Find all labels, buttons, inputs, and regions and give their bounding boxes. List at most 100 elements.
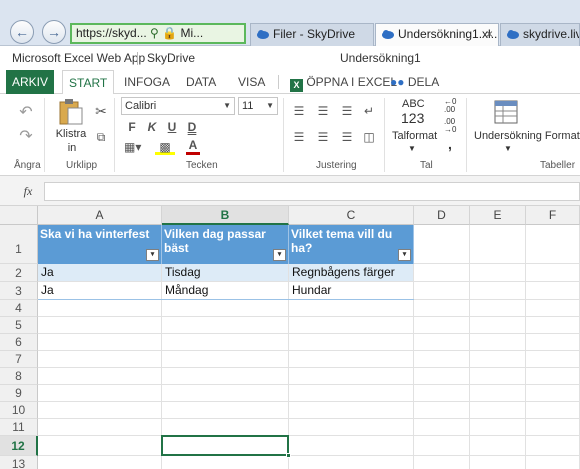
- skydrive-link[interactable]: SkyDrive: [147, 46, 195, 70]
- fill-color-icon[interactable]: ▩: [155, 140, 175, 155]
- number-format-button[interactable]: ABC 123 Talformat ▼: [390, 98, 440, 158]
- filter-dropdown-icon[interactable]: ▾: [273, 249, 286, 261]
- row-header-2[interactable]: 2: [0, 264, 38, 282]
- row-header-5[interactable]: 5: [0, 317, 38, 334]
- tab-skydrive-files[interactable]: Filer - SkyDrive: [250, 23, 374, 46]
- bold-button[interactable]: F: [126, 120, 138, 134]
- gridline: [525, 225, 526, 469]
- format-as-table-button[interactable]: Undersökning Formate ▼: [474, 98, 580, 158]
- align-top-icon[interactable]: ☰: [292, 104, 306, 118]
- table-cell[interactable]: Regnbågens färger: [289, 264, 414, 282]
- column-header-d[interactable]: D: [414, 206, 470, 225]
- header-divider: [137, 52, 138, 65]
- spreadsheet-grid[interactable]: ABCDEF 1 2 3 4 5 6 7 8 9 10 11 12 13 Ska vi ha vinte…: [0, 206, 580, 469]
- column-header-a[interactable]: A: [38, 206, 162, 225]
- column-header-c[interactable]: C: [289, 206, 414, 225]
- ribbon-tabs: ARKIV START INFOGA DATA VISA X ÖPPNA I E…: [0, 70, 580, 95]
- gridline: [38, 401, 580, 402]
- increase-decimal-button[interactable]: ←0 .00: [444, 98, 460, 114]
- decrease-decimal-button[interactable]: .00 →0: [444, 118, 460, 134]
- address-bar[interactable]: https://skyd... ⚲ 🔒 Mi...: [70, 23, 246, 44]
- row-header-1[interactable]: 1: [0, 225, 38, 264]
- align-center-icon[interactable]: ☰: [316, 130, 330, 144]
- row-header-4[interactable]: 4: [0, 300, 38, 317]
- tab-file[interactable]: ARKIV: [6, 70, 55, 94]
- row-header-13[interactable]: 13: [0, 456, 38, 469]
- open-in-excel-button[interactable]: X ÖPPNA I EXCEL: [290, 70, 397, 94]
- table-style-icon: [494, 100, 518, 124]
- tab-insert[interactable]: INFOGA: [124, 70, 170, 94]
- table-cell[interactable]: Tisdag: [162, 264, 289, 282]
- cut-icon[interactable]: ✂: [94, 104, 108, 118]
- font-size-value: 11: [242, 100, 254, 112]
- close-tab-icon[interactable]: ×: [486, 24, 493, 45]
- undo-icon[interactable]: ↶: [18, 105, 34, 121]
- table-cell[interactable]: Måndag: [162, 282, 289, 300]
- undo-group-label: Ångra: [14, 160, 41, 171]
- group-divider: [44, 98, 45, 172]
- active-cell-selection[interactable]: [161, 435, 289, 456]
- row-header-12[interactable]: 12: [0, 436, 38, 456]
- copy-icon[interactable]: ⧉: [94, 130, 108, 144]
- group-divider: [283, 98, 284, 172]
- column-header-b[interactable]: B: [162, 206, 289, 225]
- merge-cells-icon[interactable]: ◫: [362, 130, 376, 144]
- tab-skydrive-live[interactable]: skydrive.live: [500, 23, 580, 46]
- tab-start[interactable]: START: [62, 70, 115, 95]
- back-button[interactable]: ←: [10, 20, 34, 44]
- wrap-text-icon[interactable]: ↵: [362, 104, 376, 118]
- comma-style-button[interactable]: ,: [448, 136, 452, 152]
- row-header-6[interactable]: 6: [0, 334, 38, 351]
- font-color-button[interactable]: A: [186, 138, 200, 155]
- table-cell[interactable]: Hundar: [289, 282, 414, 300]
- search-icon: ⚲: [150, 26, 159, 40]
- row-header-9[interactable]: 9: [0, 385, 38, 402]
- underline-button[interactable]: U: [166, 120, 178, 134]
- align-left-icon[interactable]: ☰: [292, 130, 306, 144]
- group-divider: [384, 98, 385, 172]
- column-header-f[interactable]: F: [526, 206, 580, 225]
- borders-icon[interactable]: ▦▾: [124, 140, 141, 154]
- share-label: DELA: [407, 75, 440, 89]
- row-header-10[interactable]: 10: [0, 402, 38, 419]
- font-name-select[interactable]: Calibri ▼: [121, 97, 235, 115]
- tab-label: skydrive.live: [523, 27, 579, 41]
- tab-view[interactable]: VISA: [238, 70, 265, 94]
- italic-button[interactable]: K: [146, 120, 158, 134]
- align-right-icon[interactable]: ☰: [340, 130, 354, 144]
- align-middle-icon[interactable]: ☰: [316, 104, 330, 118]
- row-header-8[interactable]: 8: [0, 368, 38, 385]
- tab-undersokning[interactable]: Undersökning1.xl... ×: [375, 23, 499, 46]
- share-button[interactable]: ●● DELA: [390, 70, 439, 94]
- redo-icon[interactable]: ↷: [18, 129, 34, 145]
- paste-button[interactable]: Klistra in: [54, 98, 88, 158]
- double-underline-button[interactable]: D: [186, 120, 198, 134]
- column-header-e[interactable]: E: [470, 206, 526, 225]
- table-header-text: Ska vi ha vinterfest: [40, 227, 150, 241]
- table-header-cell[interactable]: Vilket tema vill du ha? ▾: [289, 225, 414, 264]
- row-header-11[interactable]: 11: [0, 419, 38, 436]
- gridline: [469, 225, 470, 469]
- table-cell[interactable]: Ja: [38, 282, 162, 300]
- format-as-table-label: Undersökning Formate: [474, 130, 580, 142]
- align-bottom-icon[interactable]: ☰: [340, 104, 354, 118]
- row-header-3[interactable]: 3: [0, 282, 38, 300]
- filter-dropdown-icon[interactable]: ▾: [398, 249, 411, 261]
- number-format-icon-abc: ABC: [402, 98, 425, 110]
- select-all-corner[interactable]: [0, 206, 38, 225]
- formula-input[interactable]: [44, 182, 580, 201]
- tab-data[interactable]: DATA: [186, 70, 216, 94]
- insert-function-icon[interactable]: fx: [16, 182, 40, 200]
- table-header-cell[interactable]: Vilken dag passar bäst ▾: [162, 225, 289, 264]
- group-divider: [466, 98, 467, 172]
- table-cell[interactable]: Ja: [38, 264, 162, 282]
- decrease-decimal-bottom: →0: [444, 125, 457, 134]
- table-header-cell[interactable]: Ska vi ha vinterfest ▾: [38, 225, 162, 264]
- number-format-icon-123: 123: [401, 110, 425, 126]
- row-header-7[interactable]: 7: [0, 351, 38, 368]
- paste-label-2: in: [67, 142, 77, 154]
- filter-dropdown-icon[interactable]: ▾: [146, 249, 159, 261]
- font-size-select[interactable]: 11 ▼: [238, 97, 278, 115]
- forward-button[interactable]: →: [42, 20, 66, 44]
- fill-handle[interactable]: [286, 453, 291, 458]
